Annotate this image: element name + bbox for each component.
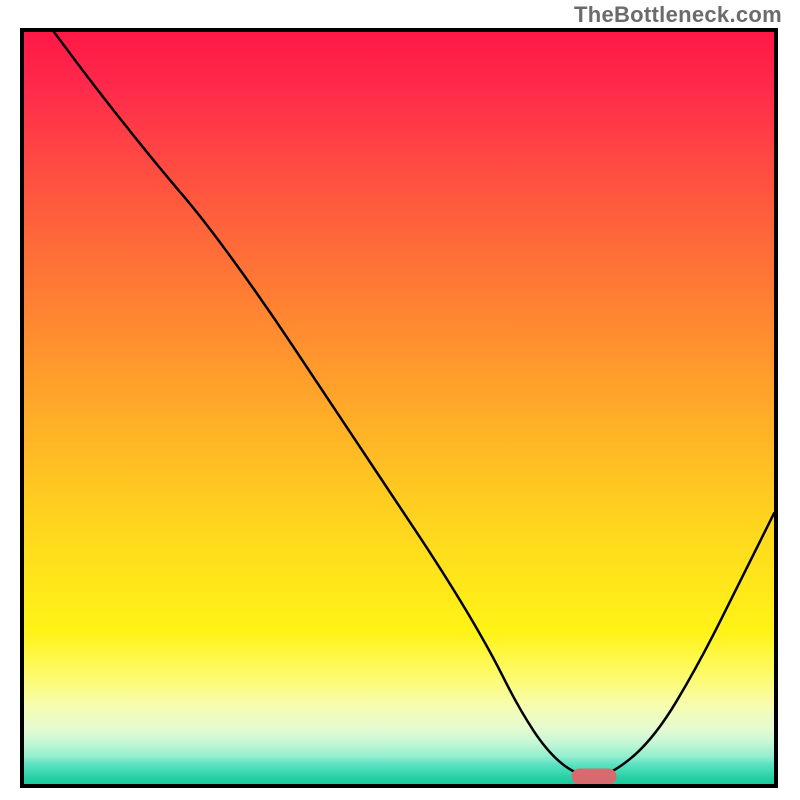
bottleneck-curve bbox=[54, 32, 774, 777]
optimal-marker bbox=[572, 769, 617, 785]
chart-stage: TheBottleneck.com bbox=[0, 0, 800, 800]
curve-overlay bbox=[24, 32, 774, 784]
chart-frame bbox=[20, 28, 778, 788]
watermark-text: TheBottleneck.com bbox=[574, 2, 782, 28]
